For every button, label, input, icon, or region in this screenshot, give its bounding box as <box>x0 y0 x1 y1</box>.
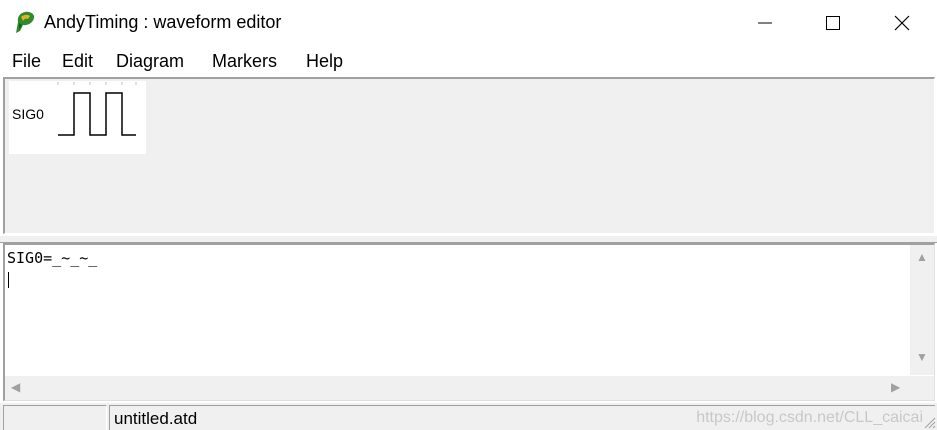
signal-text-editor[interactable]: SIG0=_~_~_ ▲ ▼ ◀ ▶ <box>3 243 935 401</box>
close-button[interactable] <box>866 0 937 46</box>
minimize-icon <box>758 22 772 24</box>
close-icon <box>894 15 910 31</box>
waveform-panel[interactable]: SIG0 <box>3 77 935 234</box>
maximize-icon <box>826 16 840 30</box>
window-title: AndyTiming : waveform editor <box>44 12 282 32</box>
waveform-canvas[interactable]: SIG0 <box>9 81 146 154</box>
vertical-scrollbar[interactable]: ▲ ▼ <box>910 245 934 375</box>
scroll-right-arrow-icon[interactable]: ▶ <box>891 380 900 394</box>
maximize-button[interactable] <box>797 0 869 46</box>
pane-splitter[interactable] <box>0 235 937 243</box>
menu-file[interactable]: File <box>12 51 41 72</box>
menu-edit[interactable]: Edit <box>62 51 93 72</box>
scroll-down-arrow-icon[interactable]: ▼ <box>916 350 928 364</box>
sig0-trace <box>58 92 136 136</box>
scroll-left-arrow-icon[interactable]: ◀ <box>11 380 20 394</box>
status-filename: untitled.atd <box>114 409 198 428</box>
text-caret <box>8 272 9 288</box>
signal-label: SIG0 <box>12 106 44 122</box>
status-cell-left <box>3 405 107 430</box>
horizontal-scrollbar[interactable]: ◀ ▶ <box>5 376 910 400</box>
minimize-button[interactable] <box>729 0 801 46</box>
editor-line[interactable]: SIG0=_~_~_ <box>7 249 97 267</box>
menu-help[interactable]: Help <box>306 51 343 72</box>
menu-bar: File Edit Diagram Markers Help <box>0 46 937 76</box>
scroll-corner <box>910 376 934 400</box>
watermark: https://blog.csdn.net/CLL_caicai <box>696 409 923 426</box>
title-bar: AndyTiming : waveform editor <box>0 0 937 46</box>
menu-markers[interactable]: Markers <box>212 51 277 72</box>
menu-diagram[interactable]: Diagram <box>116 51 184 72</box>
status-bar: untitled.atd https://blog.csdn.net/CLL_c… <box>0 403 937 430</box>
resize-grip-icon[interactable] <box>922 415 936 429</box>
status-cell-filename: untitled.atd https://blog.csdn.net/CLL_c… <box>109 405 935 430</box>
scroll-up-arrow-icon[interactable]: ▲ <box>916 250 928 264</box>
signal-waveform <box>57 82 137 136</box>
app-icon <box>16 11 35 33</box>
